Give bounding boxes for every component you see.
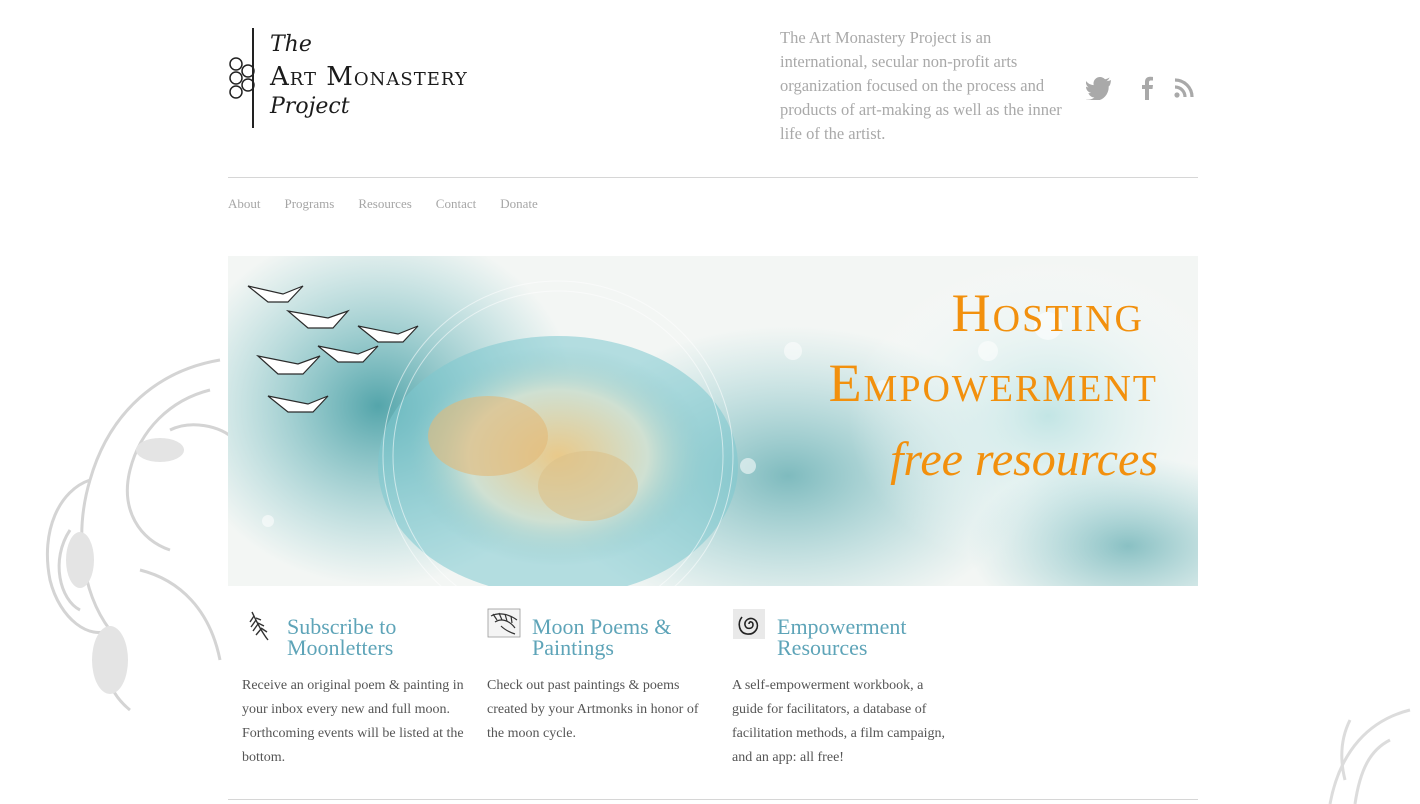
celtic-knot-icon	[229, 57, 255, 99]
hero-title-line2: Empowerment	[828, 353, 1158, 413]
spiral-icon	[733, 609, 765, 639]
floral-ornament-right	[1328, 708, 1411, 804]
site-tagline: The Art Monastery Project is an internat…	[780, 28, 1062, 143]
nav-item-about[interactable]: About	[228, 196, 261, 212]
main-nav: About Programs Resources Contact Donate	[228, 196, 538, 212]
rss-icon[interactable]	[1172, 76, 1198, 100]
header-divider	[228, 177, 1198, 178]
facebook-icon[interactable]	[1134, 76, 1160, 100]
feather-icon	[249, 611, 269, 641]
nav-item-donate[interactable]: Donate	[500, 196, 538, 212]
hero-banner[interactable]: Hosting Empowerment free resources	[228, 256, 1198, 586]
twitter-icon[interactable]	[1086, 76, 1112, 100]
hero-subtitle: free resources	[890, 433, 1158, 486]
nav-item-resources[interactable]: Resources	[358, 196, 411, 212]
nav-item-programs[interactable]: Programs	[285, 196, 335, 212]
nav-item-contact[interactable]: Contact	[436, 196, 476, 212]
card-text: Check out past paintings & poems created…	[487, 678, 699, 741]
card-title[interactable]: Moon Poems & Paintings	[532, 616, 722, 659]
logo-line-the: The	[270, 32, 312, 57]
logo-line-art-monastery: Art Monastery	[270, 62, 468, 92]
card-text: A self-empowerment workbook, a guide for…	[732, 678, 946, 765]
site-logo[interactable]: The Art Monastery Project	[228, 28, 538, 130]
logo-line-project: Project	[270, 94, 350, 119]
leaf-sketch-icon	[487, 608, 521, 638]
hero-title-line1: Hosting	[951, 283, 1144, 343]
card-title[interactable]: Empowerment Resources	[777, 616, 967, 659]
floral-ornament-left	[45, 358, 237, 712]
card-text: Receive an original poem & painting in y…	[242, 678, 464, 765]
content-divider	[228, 799, 1198, 800]
card-title[interactable]: Subscribe to Moonletters	[287, 616, 477, 659]
